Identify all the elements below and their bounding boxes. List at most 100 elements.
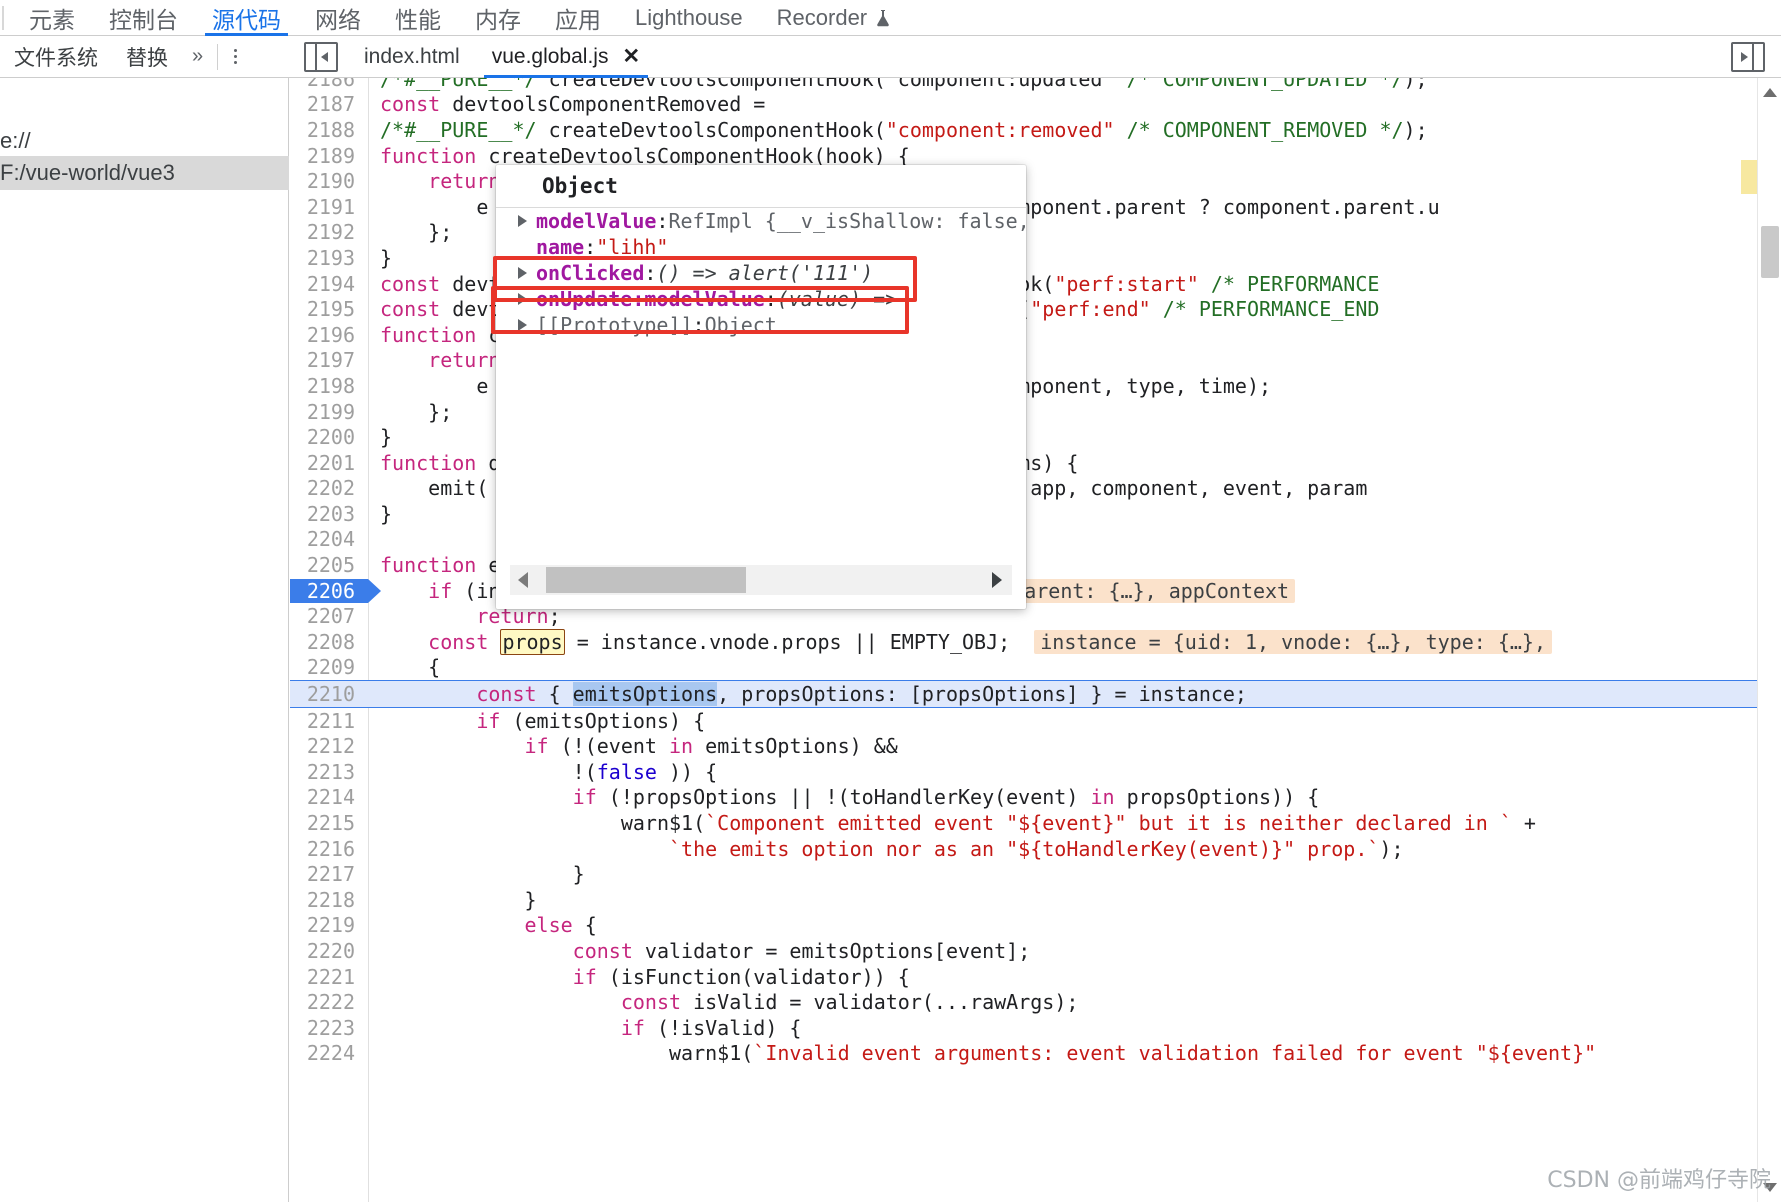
scroll-up-arrow[interactable] [1763, 88, 1777, 97]
code-line-2218[interactable]: 2218 } [290, 887, 1781, 913]
line-number-2204[interactable]: 2204 [290, 527, 368, 551]
tab-network[interactable]: 网络 [298, 0, 378, 36]
line-number-2206[interactable]: 2206 [290, 578, 381, 603]
line-number-2217[interactable]: 2217 [290, 862, 368, 886]
vertical-scrollbar-thumb[interactable] [1761, 226, 1779, 278]
code-line-2223[interactable]: 2223 if (!isValid) { [290, 1015, 1781, 1041]
line-number-2216[interactable]: 2216 [290, 837, 368, 861]
code-line-2188[interactable]: 2188 /*#__PURE__*/ createDevtoolsComponen… [290, 117, 1781, 143]
tab-elements[interactable]: 元素 [12, 0, 92, 36]
line-number-2213[interactable]: 2213 [290, 760, 368, 784]
code-line-2212[interactable]: 2212 if (!(event in emitsOptions) && [290, 733, 1781, 759]
tabbar-left-rule [2, 5, 4, 30]
tab-console[interactable]: 控制台 [92, 0, 195, 36]
line-number-2201[interactable]: 2201 [290, 451, 368, 475]
line-number-2203[interactable]: 2203 [290, 502, 368, 526]
code-line-2221[interactable]: 2221 if (isFunction(validator)) { [290, 964, 1781, 990]
line-number-2207[interactable]: 2207 [290, 604, 368, 628]
line-number-2191[interactable]: 2191 [290, 195, 368, 219]
popover-property-row[interactable]: [[Prototype]]: Object [496, 312, 1026, 338]
code-line-2220[interactable]: 2220 const validator = emitsOptions[even… [290, 938, 1781, 964]
code-line-2217[interactable]: 2217 } [290, 861, 1781, 887]
code-line-2222[interactable]: 2222 const isValid = validator(...rawArg… [290, 989, 1781, 1015]
line-number-2224[interactable]: 2224 [290, 1041, 368, 1065]
more-tabs-icon[interactable]: » [182, 45, 213, 68]
line-number-2193[interactable]: 2193 [290, 246, 368, 270]
popover-property-row[interactable]: onClicked: () => alert('111') [496, 260, 1026, 286]
line-number-2220[interactable]: 2220 [290, 939, 368, 963]
line-number-2214[interactable]: 2214 [290, 785, 368, 809]
kebab-menu-icon[interactable] [222, 36, 248, 78]
editor-tab-index-html[interactable]: index.html [348, 36, 476, 78]
code-line-2211[interactable]: 2211 if (emitsOptions) { [290, 708, 1781, 734]
code-text: } [380, 245, 393, 270]
navigator-folder-row[interactable]: F:/vue-world/vue3 [0, 156, 289, 190]
line-number-2212[interactable]: 2212 [290, 734, 368, 758]
scroll-right-arrow[interactable] [992, 572, 1002, 588]
line-number-2208[interactable]: 2208 [290, 630, 368, 654]
code-line-2186[interactable]: 2186 /*#__PURE__*/ createDevtoolsComponen… [290, 78, 1781, 92]
line-number-2190[interactable]: 2190 [290, 169, 368, 193]
tab-performance[interactable]: 性能 [378, 0, 458, 36]
code-line-2219[interactable]: 2219 else { [290, 913, 1781, 939]
line-number-2210[interactable]: 2210 [290, 682, 368, 706]
line-number-2202[interactable]: 2202 [290, 476, 368, 500]
line-number-2223[interactable]: 2223 [290, 1016, 368, 1040]
line-number-2209[interactable]: 2209 [290, 655, 368, 679]
line-number-2219[interactable]: 2219 [290, 913, 368, 937]
tab-memory[interactable]: 内存 [458, 0, 538, 36]
line-number-2188[interactable]: 2188 [290, 118, 368, 142]
line-number-2187[interactable]: 2187 [290, 92, 368, 116]
tab-lighthouse[interactable]: Lighthouse [618, 0, 760, 36]
close-icon[interactable]: ✕ [622, 46, 640, 67]
line-number-2218[interactable]: 2218 [290, 888, 368, 912]
line-number-2196[interactable]: 2196 [290, 323, 368, 347]
line-number-2192[interactable]: 2192 [290, 220, 368, 244]
show-navigator-icon[interactable] [304, 41, 338, 72]
code-line-2208[interactable]: 2208 const props = instance.vnode.props … [290, 628, 1781, 655]
tab-application-label: 应用 [555, 6, 601, 33]
expand-triangle-icon[interactable] [518, 267, 527, 279]
navigator-origin-row[interactable]: e:// [0, 124, 31, 158]
scroll-left-arrow[interactable] [518, 572, 528, 588]
code-line-2213[interactable]: 2213 !(false )) { [290, 759, 1781, 785]
line-number-2194[interactable]: 2194 [290, 272, 368, 296]
scrollbar-thumb[interactable] [546, 567, 746, 593]
nav-tab-filesystem[interactable]: 文件系统 [0, 36, 112, 78]
code-line-2187[interactable]: 2187 const devtoolsComponentRemoved = [290, 92, 1781, 118]
tab-recorder[interactable]: Recorder [760, 0, 908, 36]
line-number-2222[interactable]: 2222 [290, 990, 368, 1014]
code-line-2214[interactable]: 2214 if (!propsOptions || !(toHandlerKey… [290, 785, 1781, 811]
code-line-2215[interactable]: 2215 warn$1(`Component emitted event "${… [290, 810, 1781, 836]
line-number-2215[interactable]: 2215 [290, 811, 368, 835]
line-number-2221[interactable]: 2221 [290, 965, 368, 989]
expand-triangle-icon[interactable] [518, 293, 527, 305]
code-line-2224[interactable]: 2224 warn$1(`Invalid event arguments: ev… [290, 1041, 1781, 1067]
show-debugger-icon[interactable] [1731, 42, 1765, 72]
line-number-2195[interactable]: 2195 [290, 297, 368, 321]
devtools-panel-tabbar: 元素 控制台 源代码 网络 性能 内存 应用 Lighthouse Record… [0, 0, 1781, 36]
popover-property-row[interactable]: name: "lihh" [496, 234, 1026, 260]
line-number-2211[interactable]: 2211 [290, 709, 368, 733]
line-number-2200[interactable]: 2200 [290, 425, 368, 449]
popover-property-row[interactable]: modelValue: RefImpl {__v_isShallow: fals… [496, 208, 1026, 234]
editor-vertical-scrollbar[interactable] [1757, 78, 1781, 1202]
line-number-2205[interactable]: 2205 [290, 553, 368, 577]
line-number-2186[interactable]: 2186 [290, 78, 368, 91]
expand-triangle-icon[interactable] [518, 319, 527, 331]
expand-triangle-icon[interactable] [518, 215, 527, 227]
line-number-2189[interactable]: 2189 [290, 144, 368, 168]
popover-property-row[interactable]: onUpdate:modelValue: (value) => [496, 286, 1026, 312]
nav-tab-overrides[interactable]: 替换 [112, 36, 182, 78]
code-line-2210[interactable]: 2210 const { emitsOptions, propsOptions:… [290, 680, 1781, 708]
popover-horizontal-scrollbar[interactable] [510, 565, 1012, 595]
code-line-2216[interactable]: 2216 `the emits option nor as an "${toHa… [290, 836, 1781, 862]
tab-application[interactable]: 应用 [538, 0, 618, 36]
line-number-2198[interactable]: 2198 [290, 374, 368, 398]
object-preview-popover[interactable]: Object modelValue: RefImpl {__v_isShallo… [496, 165, 1026, 609]
tab-sources[interactable]: 源代码 [195, 0, 298, 36]
editor-tab-vue-global-js[interactable]: vue.global.js ✕ [476, 36, 656, 78]
line-number-2197[interactable]: 2197 [290, 348, 368, 372]
line-number-2199[interactable]: 2199 [290, 400, 368, 424]
code-line-2209[interactable]: 2209 { [290, 655, 1781, 681]
